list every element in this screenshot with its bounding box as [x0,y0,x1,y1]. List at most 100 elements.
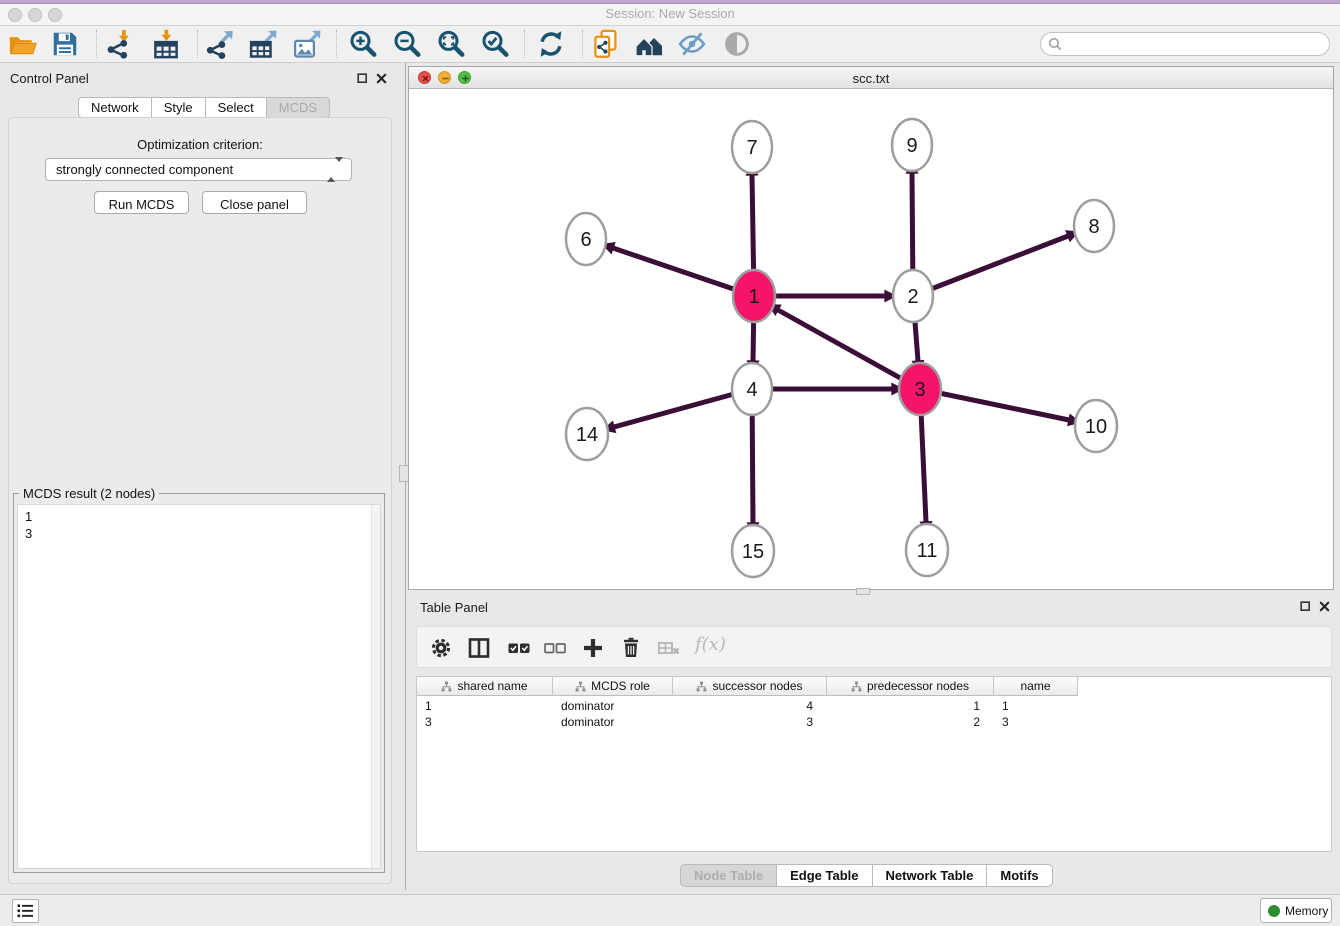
main-toolbar [0,26,1340,63]
cell-shared-name: 1 [417,698,553,714]
task-history-button[interactable] [12,899,39,923]
column-header-predecessor-nodes[interactable]: predecessor nodes [827,677,994,696]
cell-shared-name: 3 [417,714,553,730]
node-6[interactable]: 6 [566,213,606,265]
unselect-all-checks-icon[interactable] [543,636,567,660]
svg-text:14: 14 [576,424,598,446]
cell-mcds-role: dominator [553,714,673,730]
table-header-row: shared name MCDS role successor nodes pr… [417,677,1078,696]
network-canvas[interactable]: 1 2 3 4 6 7 8 9 10 11 14 15 [409,89,1333,589]
zoom-out-magnifier-icon[interactable] [392,29,422,59]
close-panel-icon[interactable] [1319,601,1330,612]
gear-icon[interactable] [429,636,453,660]
network-view-title: scc.txt [409,71,1333,86]
search-icon [1048,37,1062,51]
tab-mcds[interactable]: MCDS [267,97,330,118]
table-panel-tabs: Node Table Edge Table Network Table Moti… [680,864,1053,887]
memory-status-dot [1268,905,1280,917]
horizontal-splitter-grip[interactable] [856,588,870,595]
refresh-arrows-icon[interactable] [536,29,566,59]
node-1[interactable]: 1 [733,270,775,322]
edge-3-1[interactable] [778,310,920,389]
node-8[interactable]: 8 [1074,200,1114,252]
list-icon [17,903,34,919]
export-network-icon[interactable] [205,29,235,59]
node-11[interactable]: 11 [906,524,948,576]
cell-name: 1 [994,698,1078,714]
mcds-result-scrollbar[interactable] [371,505,380,868]
svg-text:15: 15 [742,541,764,563]
memory-button[interactable]: Memory [1260,898,1332,923]
mcds-result-text[interactable]: 1 3 [17,504,381,869]
tab-network-table[interactable]: Network Table [873,864,988,887]
svg-text:7: 7 [746,137,757,159]
table-panel-title: Table Panel [420,600,488,615]
tab-style[interactable]: Style [152,97,206,118]
node-15[interactable]: 15 [732,525,774,577]
houses-icon[interactable] [634,29,664,59]
network-window-titlebar[interactable]: scc.txt [409,67,1333,89]
close-panel-button[interactable]: Close panel [202,191,307,214]
criterion-value: strongly connected component [56,162,233,177]
toolbar-separator [197,30,198,58]
import-table-icon[interactable] [151,29,181,59]
documents-share-icon[interactable] [591,29,621,59]
window-titlebar: Session: New Session [0,0,1340,26]
column-header-successor-nodes[interactable]: successor nodes [673,677,827,696]
node-7[interactable]: 7 [732,121,772,173]
plus-icon[interactable] [581,636,605,660]
node-9[interactable]: 9 [892,119,932,171]
close-panel-icon[interactable] [376,73,387,84]
column-header-shared-name[interactable]: shared name [417,677,553,696]
node-14[interactable]: 14 [566,408,608,460]
tab-motifs[interactable]: Motifs [987,864,1052,887]
export-image-icon[interactable] [292,29,322,59]
toolbar-separator [582,30,583,58]
vertical-splitter[interactable] [393,63,408,890]
import-network-icon[interactable] [105,29,135,59]
cell-predecessor-nodes: 1 [827,698,994,714]
export-table-icon[interactable] [248,29,278,59]
trash-icon[interactable] [619,636,643,660]
eye-half-icon[interactable] [722,29,752,59]
tab-edge-table[interactable]: Edge Table [777,864,872,887]
select-all-checks-icon[interactable] [507,636,531,660]
edge-3-10[interactable] [920,389,1069,420]
svg-text:2: 2 [907,286,918,308]
node-3[interactable]: 3 [899,363,941,415]
node-4[interactable]: 4 [732,363,772,415]
optimization-criterion-label: Optimization criterion: [0,137,400,152]
edge-2-8[interactable] [913,236,1068,296]
chevron-up-down-icon [327,162,343,177]
zoom-in-magnifier-icon[interactable] [348,29,378,59]
zoom-selected-magnifier-icon[interactable] [480,29,510,59]
tab-select[interactable]: Select [206,97,267,118]
control-panel-tabs: Network Style Select MCDS [78,97,330,118]
node-2[interactable]: 2 [893,270,933,322]
control-panel-title: Control Panel [10,71,89,86]
float-panel-icon[interactable] [1300,601,1311,612]
float-panel-icon[interactable] [357,73,368,84]
delete-table-icon[interactable] [657,636,681,660]
svg-text:11: 11 [917,540,938,562]
window-title: Session: New Session [0,6,1340,21]
tab-node-table[interactable]: Node Table [680,864,777,887]
column-header-mcds-role[interactable]: MCDS role [553,677,673,696]
node-10[interactable]: 10 [1075,400,1117,452]
floppy-save-icon[interactable] [50,29,80,59]
control-panel-header-icons [357,73,387,84]
table-row[interactable]: 1 dominator 4 1 1 [417,698,1078,714]
eye-slash-icon[interactable] [677,29,707,59]
svg-text:8: 8 [1088,216,1099,238]
table-panel-header-icons [1300,601,1330,612]
tab-network[interactable]: Network [78,97,152,118]
zoom-fit-magnifier-icon[interactable] [436,29,466,59]
search-input[interactable] [1040,32,1330,56]
table-row[interactable]: 3 dominator 3 2 3 [417,714,1078,730]
columns-icon[interactable] [467,636,491,660]
function-builder-label[interactable]: f(x) [695,634,726,655]
criterion-dropdown[interactable]: strongly connected component [45,158,352,181]
folder-open-icon[interactable] [8,29,38,59]
run-mcds-button[interactable]: Run MCDS [94,191,189,214]
column-header-name[interactable]: name [994,677,1078,696]
